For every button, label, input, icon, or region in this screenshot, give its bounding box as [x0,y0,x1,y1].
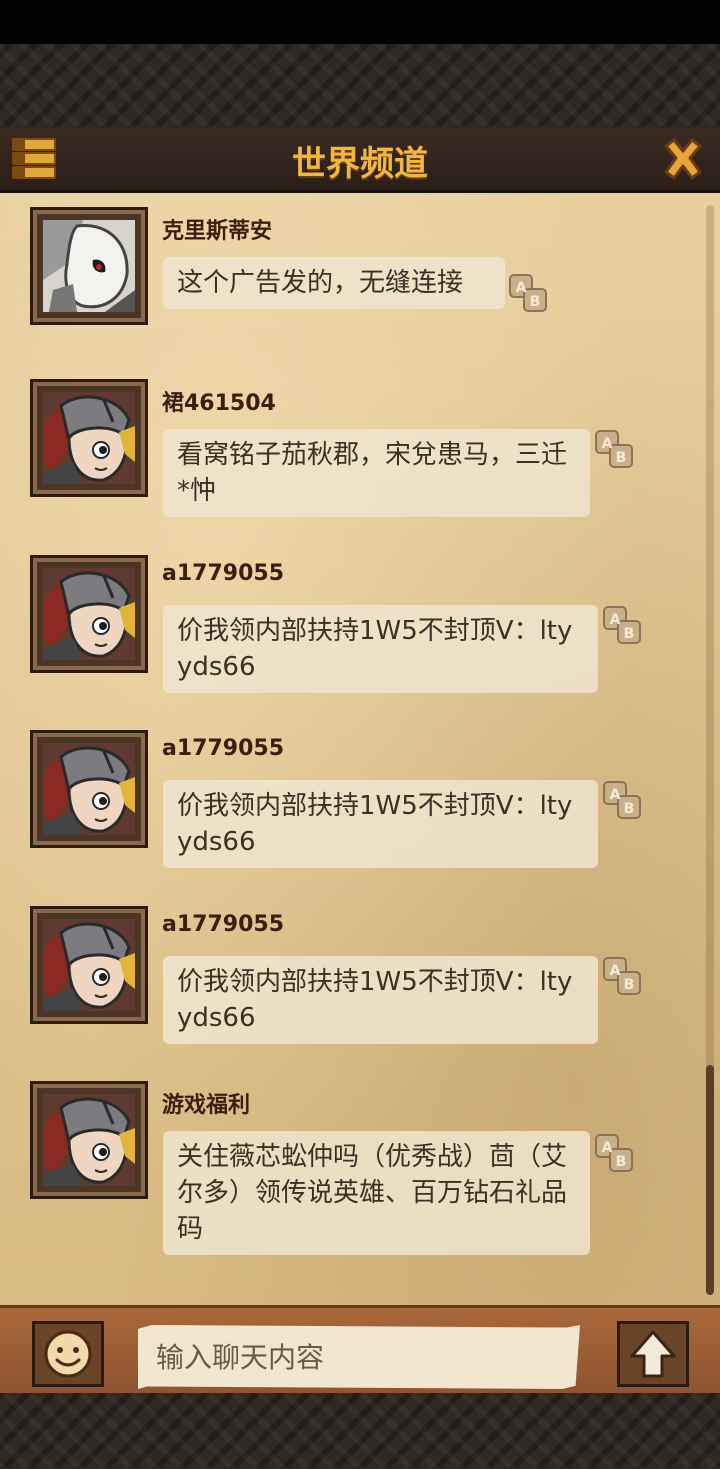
message-username[interactable]: a1779055 [162,912,284,937]
message-bubble[interactable]: 价我领内部扶持1W5不封顶V：ltyyds66 [163,956,598,1044]
close-x-icon[interactable] [660,136,706,182]
masked-knight-avatar [43,220,135,312]
svg-text:A: A [610,787,621,803]
chat-input-bar [0,1305,720,1396]
message-username[interactable]: a1779055 [162,736,284,761]
helmet-warrior-avatar [43,919,135,1011]
svg-text:B: B [624,626,635,642]
chat-input[interactable] [138,1325,580,1389]
chat-scrollbar-thumb[interactable] [706,1065,714,1295]
avatar[interactable] [30,1081,148,1199]
translate-ab-icon[interactable]: AB [508,273,548,313]
avatar[interactable] [30,379,148,497]
chat-message-list[interactable]: 克里斯蒂安 这个广告发的，无缝连接 AB 裙461504 看窝铭子茄秋郡，宋兌患… [0,193,720,1305]
message-username[interactable]: 克里斯蒂安 [162,213,272,245]
chat-scrollbar[interactable] [706,205,714,1295]
helmet-warrior-avatar [43,743,135,835]
emoji-face-icon[interactable] [32,1321,104,1387]
helmet-warrior-avatar [43,568,135,660]
bottom-decorative-border [0,1393,720,1469]
translate-ab-icon[interactable]: AB [602,956,642,996]
status-bar [0,0,720,44]
message-bubble[interactable]: 看窝铭子茄秋郡，宋兌患马，三迁*忡 [163,429,590,517]
message-bubble[interactable]: 价我领内部扶持1W5不封顶V：ltyyds66 [163,605,598,693]
avatar[interactable] [30,730,148,848]
channel-header: 世界频道 [0,128,720,193]
avatar[interactable] [30,555,148,673]
svg-text:B: B [616,1154,627,1170]
svg-text:B: B [616,450,627,466]
svg-text:B: B [624,977,635,993]
helmet-warrior-avatar [43,1094,135,1186]
avatar[interactable] [30,207,148,325]
message-username[interactable]: 游戏福利 [162,1087,250,1119]
message-bubble[interactable]: 关住薇芯蚣仲吗（优秀战）茴（艾尔多）领传说英雄、百万钻石礼品码 [163,1131,590,1255]
message-bubble[interactable]: 价我领内部扶持1W5不封顶V：ltyyds66 [163,780,598,868]
translate-ab-icon[interactable]: AB [594,1133,634,1173]
svg-text:A: A [602,436,613,452]
translate-ab-icon[interactable]: AB [602,605,642,645]
send-arrow-up-icon[interactable] [617,1321,689,1387]
translate-ab-icon[interactable]: AB [602,780,642,820]
svg-text:A: A [602,1140,613,1156]
svg-text:B: B [530,294,541,310]
avatar[interactable] [30,906,148,1024]
svg-text:A: A [610,963,621,979]
message-username[interactable]: 裙461504 [162,385,276,417]
translate-ab-icon[interactable]: AB [594,429,634,469]
helmet-warrior-avatar [43,392,135,484]
page-title: 世界频道 [292,144,428,184]
svg-text:B: B [624,801,635,817]
message-bubble[interactable]: 这个广告发的，无缝连接 [163,257,505,309]
svg-text:A: A [516,280,527,296]
message-username[interactable]: a1779055 [162,561,284,586]
svg-text:A: A [610,612,621,628]
top-decorative-border [0,44,720,128]
